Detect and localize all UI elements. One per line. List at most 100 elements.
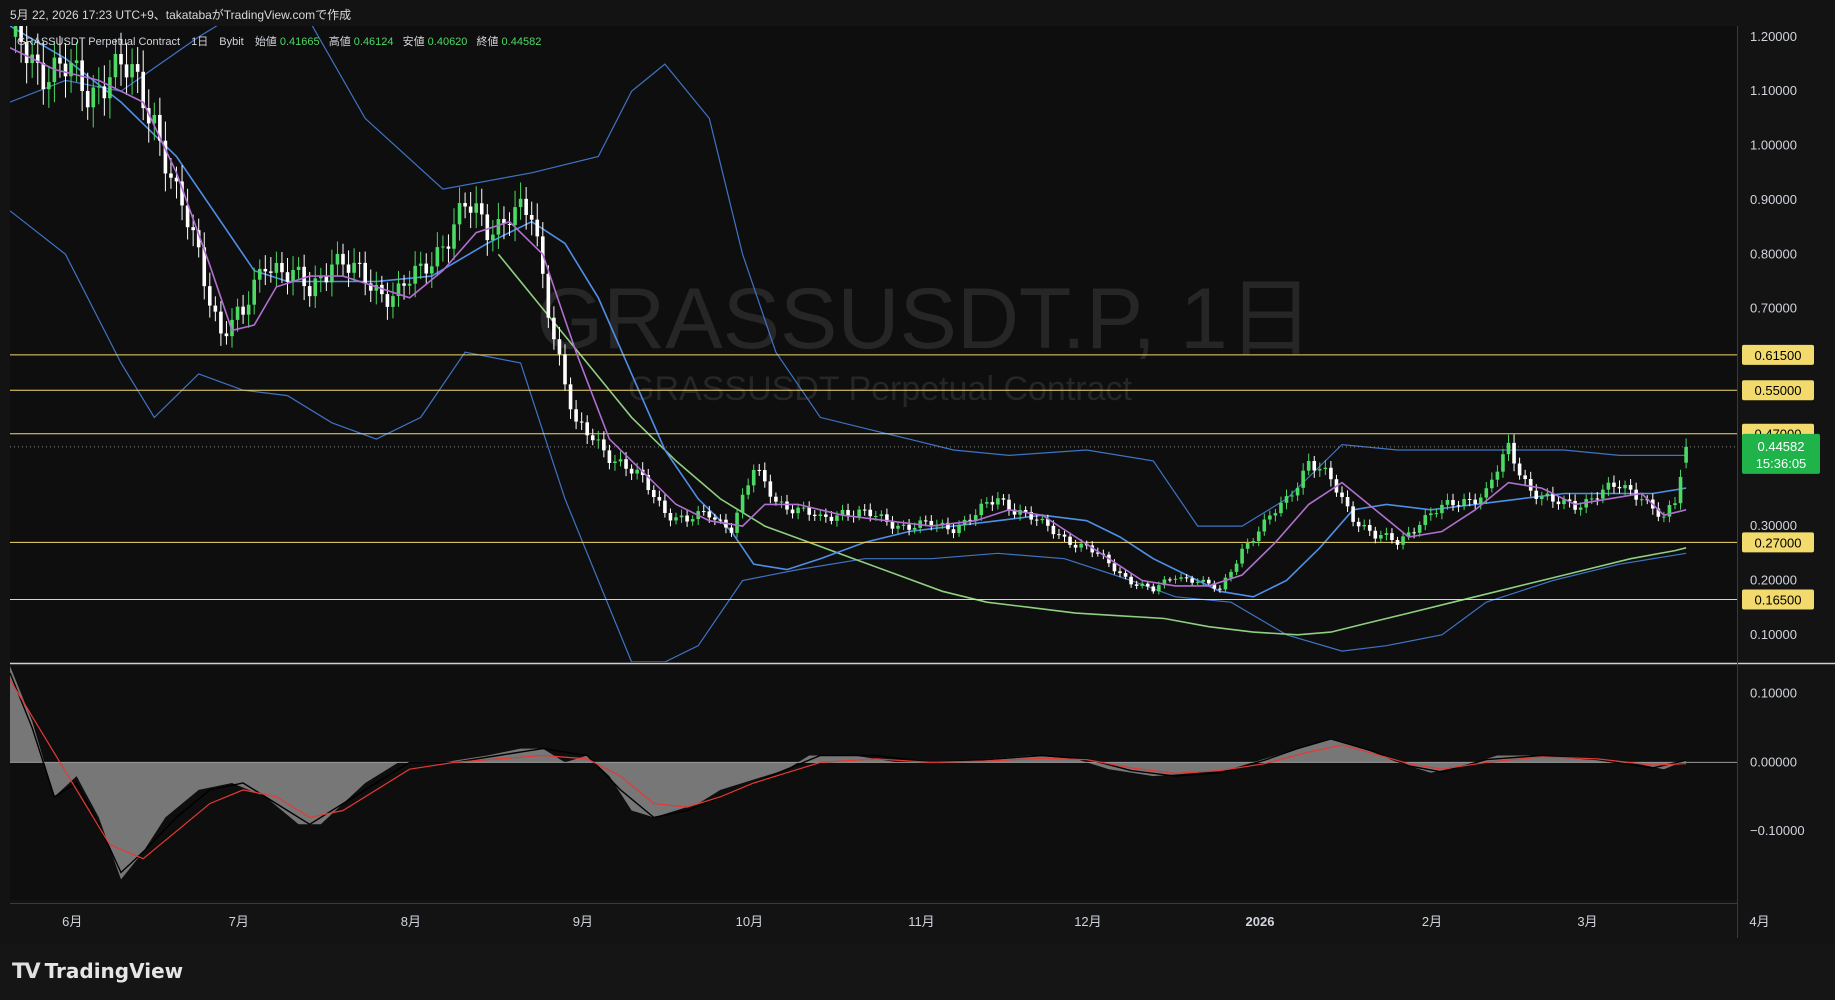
level-label-4[interactable]: 0.16500	[1742, 589, 1814, 610]
level-label-0[interactable]: 0.61500	[1742, 344, 1814, 365]
candle-body	[335, 253, 340, 265]
candle-body	[330, 264, 334, 283]
candle-body	[108, 77, 112, 99]
candle-body	[324, 276, 329, 283]
candle-body	[135, 64, 140, 72]
candle-body	[585, 422, 589, 436]
chart-canvas[interactable]: GRASSUSDT.P, 1日 GRASSUSDT Perpetual Cont…	[0, 0, 1835, 944]
candle-body	[452, 224, 456, 249]
candle-body	[468, 206, 473, 213]
candle-body	[829, 516, 834, 521]
candle-body	[1684, 446, 1688, 463]
candle-body	[1384, 533, 1389, 536]
candle-body	[307, 286, 312, 297]
price-tick-label: 0.80000	[1750, 246, 1797, 261]
candle-body	[740, 494, 745, 513]
candle-body	[635, 469, 639, 474]
candle-body	[496, 219, 501, 235]
candle-body	[779, 501, 784, 503]
candle-body	[529, 214, 534, 220]
candle-body	[1229, 571, 1233, 578]
candle-body	[1240, 548, 1244, 564]
candle-body	[1290, 495, 1294, 497]
legend-interval: 1日	[191, 36, 208, 48]
candle-body	[441, 246, 445, 248]
level-label-text: 0.27000	[1755, 535, 1802, 550]
candle-body	[751, 469, 756, 486]
candle-body	[1545, 493, 1550, 497]
candle-body	[713, 517, 717, 520]
candle-body	[13, 26, 18, 37]
candle-body	[280, 262, 284, 273]
candle-body	[1401, 536, 1405, 545]
candle-body	[1506, 442, 1511, 455]
candle-body	[1434, 513, 1439, 515]
candle-body	[74, 60, 79, 63]
candle-body	[763, 470, 767, 482]
candle-body	[58, 57, 62, 64]
time-tick-label: 3月	[1577, 914, 1597, 929]
legend-high-label: 高値	[329, 34, 351, 48]
candle-body	[1678, 476, 1683, 504]
candle-body	[1612, 482, 1616, 487]
candle-body	[1251, 541, 1255, 544]
candle-body	[701, 511, 706, 513]
candle-body	[113, 54, 118, 78]
level-label-3[interactable]: 0.27000	[1742, 532, 1814, 553]
price-tick-label: 1.20000	[1750, 29, 1797, 44]
candle-body	[1639, 499, 1644, 501]
candle-body	[729, 527, 734, 533]
candle-body	[1429, 513, 1433, 516]
candle-body	[874, 515, 878, 517]
candle-body	[657, 496, 662, 501]
level-label-1[interactable]: 0.55000	[1742, 380, 1814, 401]
candle-body	[1329, 467, 1333, 480]
candle-body	[1673, 503, 1677, 506]
candle-body	[690, 519, 695, 522]
candle-body	[1467, 498, 1472, 500]
candle-body	[618, 459, 623, 462]
candle-body	[102, 86, 107, 99]
candle-body	[1184, 577, 1189, 579]
candle-body	[1318, 469, 1322, 471]
candle-body	[1345, 497, 1350, 507]
candle-body	[735, 512, 739, 533]
time-tick-label: 4月	[1749, 914, 1769, 929]
candle-body	[1073, 544, 1078, 548]
candle-body	[707, 511, 712, 518]
candle-body	[1556, 501, 1561, 505]
candle-body	[1423, 515, 1428, 525]
last-price-tag[interactable]: 0.44582 15:36:05	[1742, 433, 1820, 474]
candle-body	[1151, 586, 1156, 592]
candle-body	[774, 496, 778, 502]
candle-body	[208, 286, 212, 306]
level-label-text: 0.55000	[1755, 383, 1802, 398]
level-label-text: 0.16500	[1755, 592, 1802, 607]
candle-body	[1495, 471, 1500, 480]
candle-body	[1201, 579, 1206, 582]
price-tick-label: 0.20000	[1750, 572, 1797, 587]
candle-body	[896, 525, 900, 529]
candle-body	[768, 481, 773, 497]
candle-body	[801, 507, 806, 509]
candle-body	[1484, 488, 1489, 498]
time-tick-label: 10月	[736, 914, 763, 929]
candle-body	[430, 266, 434, 274]
candle-body	[402, 283, 406, 286]
candle-body	[1662, 516, 1666, 518]
candle-body	[1601, 489, 1605, 499]
candle-body	[97, 86, 101, 88]
candle-body	[663, 500, 667, 513]
tradingview-logo[interactable]: TV TradingView	[12, 959, 183, 983]
candle-body	[1051, 525, 1056, 535]
candle-body	[862, 509, 867, 511]
candle-body	[363, 262, 367, 284]
time-tick-label: 11月	[908, 914, 935, 929]
candle-body	[418, 263, 423, 266]
candle-body	[1367, 524, 1372, 531]
candle-body	[868, 509, 873, 517]
candle-body	[1273, 513, 1278, 516]
legend-high-value: 0.46124	[354, 36, 394, 48]
candle-body	[757, 469, 762, 471]
svg-text:GRASSUSDT Perpetual Contract: GRASSUSDT Perpetual Contract 1日 Bybit 始値…	[17, 34, 541, 48]
